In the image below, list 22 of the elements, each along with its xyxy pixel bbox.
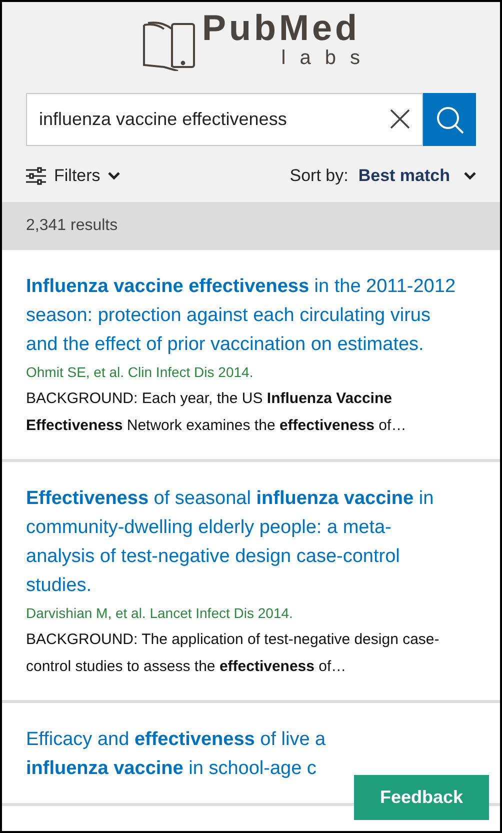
book-logo-icon xyxy=(142,21,198,71)
search-field[interactable]: influenza vaccine effectiveness xyxy=(26,93,423,146)
result-citation: Darvishian M, et al. Lancet Infect Dis 2014. xyxy=(26,604,294,623)
filters-button[interactable]: Filters xyxy=(26,163,120,189)
logo-subtitle: labs xyxy=(281,46,374,71)
result-snippet: BACKGROUND: Each year, the US Influenza Vaccine Effectiveness Network examines the effectiveness of… xyxy=(26,389,408,436)
search-button[interactable] xyxy=(423,93,476,146)
sort-dropdown[interactable]: Best match xyxy=(358,163,476,189)
feedback-button[interactable]: Feedback xyxy=(354,775,489,820)
chevron-down-icon xyxy=(464,172,476,180)
result-title[interactable]: Influenza vaccine effectiveness in the 2011-2012 season: protection against each circulating virus and the effect of prior vaccination on estimates. xyxy=(26,272,456,359)
clear-icon[interactable] xyxy=(389,108,411,130)
search-icon xyxy=(434,104,464,134)
result-citation: Ohmit SE, et al. Clin Infect Dis 2014. xyxy=(26,363,254,382)
sliders-icon xyxy=(26,167,46,185)
logo-title: PubMed xyxy=(202,10,360,46)
results-count: 2,341 results xyxy=(26,216,118,236)
sort-label: Sort by: xyxy=(290,165,348,188)
result-title[interactable]: Efficacy and effectiveness of live a xyxy=(26,725,476,754)
result-snippet: BACKGROUND: The application of test-negative design case-control studies to assess the effectiveness of… xyxy=(26,630,440,677)
result-title[interactable]: Effectiveness of seasonal influenza vaccine in community-dwelling elderly people: a meta-analysis of test-negative design case-control studies. xyxy=(26,484,456,600)
chevron-down-icon xyxy=(108,172,120,180)
